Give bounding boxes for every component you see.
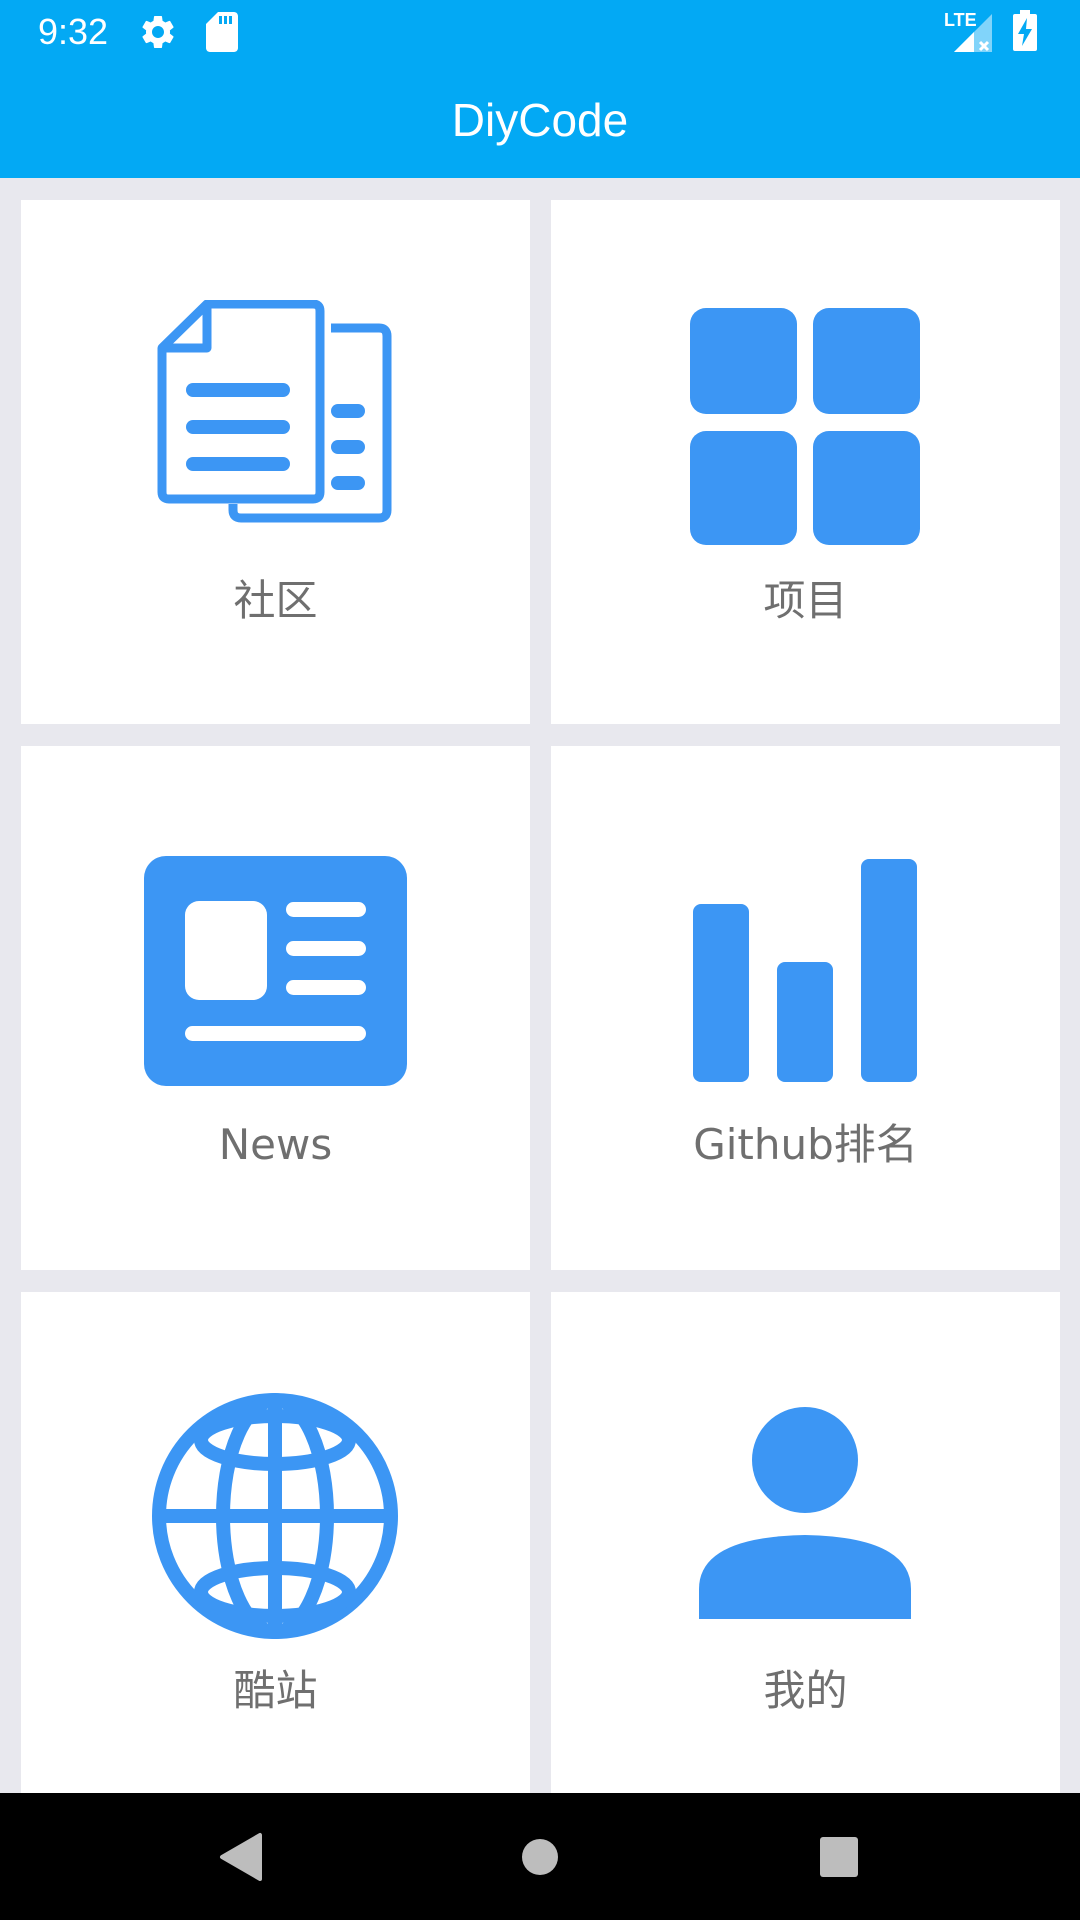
person-icon xyxy=(699,1407,911,1619)
tile-github-ranking[interactable]: Github排名 xyxy=(551,746,1060,1270)
tile-community[interactable]: 社区 xyxy=(21,200,530,724)
battery-charging-icon xyxy=(1013,10,1037,51)
sd-card-icon xyxy=(206,12,238,52)
tile-news[interactable]: News xyxy=(21,746,530,1270)
status-bar: 9:32 LTE xyxy=(0,0,1080,64)
navigation-bar xyxy=(0,1793,1080,1920)
status-time: 9:32 xyxy=(38,11,109,52)
tile-label: Github排名 xyxy=(693,1120,918,1169)
app-title: DiyCode xyxy=(451,94,629,146)
signal-lte-no-service-icon xyxy=(954,14,992,52)
tile-label: News xyxy=(218,1120,333,1169)
home-circle-icon[interactable] xyxy=(520,1831,560,1883)
recents-square-icon[interactable] xyxy=(818,1831,860,1883)
tile-label: 项目 xyxy=(763,576,848,625)
newspaper-icon xyxy=(144,856,407,1086)
app-bar: DiyCode xyxy=(0,64,1080,178)
tile-cool-sites[interactable]: 酷站 xyxy=(21,1292,530,1793)
home-grid: 社区 项目 News Github排名 酷站 我的 xyxy=(0,178,1080,1793)
back-triangle-icon[interactable] xyxy=(216,1831,268,1883)
bar-chart-icon xyxy=(693,859,917,1082)
grid-apps-icon xyxy=(690,308,920,545)
settings-gear-icon xyxy=(142,15,174,48)
tile-label: 我的 xyxy=(763,1666,848,1715)
tile-label: 酷站 xyxy=(233,1666,318,1715)
tile-mine[interactable]: 我的 xyxy=(551,1292,1060,1793)
globe-icon xyxy=(152,1393,398,1639)
tile-label: 社区 xyxy=(233,576,318,625)
documents-icon xyxy=(157,300,392,523)
tile-projects[interactable]: 项目 xyxy=(551,200,1060,724)
